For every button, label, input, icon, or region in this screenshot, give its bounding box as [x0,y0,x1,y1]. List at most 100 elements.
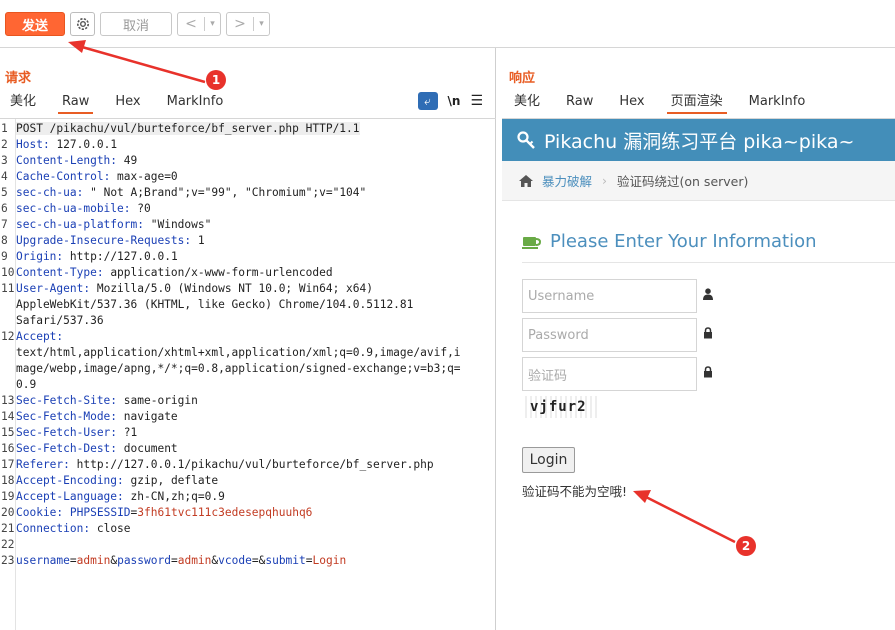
response-tab[interactable]: Raw [562,92,597,114]
breadcrumb-current: 验证码绕过(on server) [617,174,749,189]
response-tab[interactable]: 页面渲染 [666,92,727,114]
cancel-button[interactable]: 取消 [100,12,172,36]
settings-button[interactable] [70,12,95,36]
code-line: 17 Referer: http://127.0.0.1/pikachu/vul/… [0,457,490,473]
header-name: Upgrade-Insecure-Requests [16,234,185,247]
forward-arrow-icon: > [234,16,246,32]
send-button[interactable]: 发送 [5,12,65,36]
back-arrow-icon: < [185,16,197,32]
chevron-down-icon[interactable]: ▾ [205,19,220,29]
request-tab[interactable]: Hex [111,92,144,114]
header-value: same-origin [117,394,198,407]
request-editor[interactable]: 1 POST /pikachu/vul/burteforce/bf_server.… [0,118,496,630]
header-value: max-age=0 [110,170,178,183]
line-number: 12 [1,330,15,343]
line-content: Accept-Encoding: gzip, deflate [16,474,218,487]
word-wrap-icon[interactable]: ⤶ [417,92,438,110]
request-tab[interactable]: Raw [58,92,94,114]
header-name: Referer [16,458,64,471]
request-tab[interactable]: MarkInfo [163,92,228,114]
cookie-value: 3fh61tvc111c3edesepqhuuhq6 [137,506,313,519]
line-content: sec-ch-ua-mobile: ?0 [16,202,151,215]
code-line: 4 Cache-Control: max-age=0 [0,169,490,185]
line-number: 10 [1,266,15,279]
header-value: ?0 [130,202,151,215]
newline-toggle-button[interactable]: \n [448,94,461,108]
line-number: 2 [1,138,8,151]
response-tab[interactable]: 美化 [510,92,544,114]
code-line: 10 Content-Type: application/x-www-form-u… [0,265,490,281]
header-value: 49 [117,154,138,167]
username-input[interactable]: Username [522,279,697,313]
header-name: Origin [16,250,57,263]
header-name: Cache-Control [16,170,104,183]
header-value: 1 [191,234,205,247]
response-title: 响应 [509,71,536,86]
vcode-input[interactable]: 验证码 [522,357,697,391]
header-value: http://127.0.0.1 [63,250,178,263]
header-name: Content-Type [16,266,97,279]
code-line: AppleWebKit/537.36 (KHTML, like Gecko) C… [0,297,490,313]
line-content: POST /pikachu/vul/burteforce/bf_server.p… [16,122,360,135]
line-content: Origin: http://127.0.0.1 [16,250,178,263]
line-content: Host: 127.0.0.1 [16,138,117,151]
code-line: 2 Host: 127.0.0.1 [0,137,490,153]
annotation-badge-2: 2 [736,536,756,556]
user-icon [703,288,713,303]
header-colon: : [137,218,144,231]
response-tab[interactable]: MarkInfo [745,92,810,114]
code-line: 7 sec-ch-ua-platform: "Windows" [0,217,490,233]
header-name: Accept-Language [16,490,118,503]
request-tab[interactable]: 美化 [6,92,40,114]
code-line: 9 Origin: http://127.0.0.1 [0,249,490,265]
code-line: 15 Sec-Fetch-User: ?1 [0,425,490,441]
header-value: ?1 [117,426,138,439]
header-value: " Not A;Brand";v="99", "Chromium";v="104… [83,186,367,199]
line-number: 9 [1,250,8,263]
line-number: 13 [1,394,15,407]
captcha-image[interactable]: vjfur2 [522,396,600,418]
line-content: 0.9 [16,378,37,391]
header-name: sec-ch-ua [16,186,77,199]
line-number: 16 [1,442,15,455]
breadcrumb-link[interactable]: 暴力破解 [542,171,592,190]
forward-button[interactable]: > ▾ [226,12,270,36]
menu-icon[interactable]: ☰ [470,93,483,109]
section-title: Please Enter Your Information [522,231,817,252]
line-number: 18 [1,474,15,487]
code-line: mage/webp,image/apng,*/*;q=0.8,applicati… [0,361,490,377]
burp-repeater-window: 发送 取消 < ▾ > ▾ 请求 美化 Raw Hex MarkInfo ⤶ \n ☰ [0,0,895,630]
line-content: Sec-Fetch-Site: same-origin [16,394,198,407]
param-name: username [16,554,70,567]
response-panel: 响应 美化 Raw Hex 页面渲染 MarkInfo Pikachu 漏洞练习平台 p… [497,48,895,630]
header-colon: : [63,458,70,471]
line-content: Content-Type: application/x-www-form-url… [16,266,333,279]
header-value: gzip, deflate [123,474,219,487]
home-icon[interactable] [518,174,534,188]
header-colon: : [42,138,50,151]
header-value: 127.0.0.1 [49,138,118,151]
param-value: admin [76,554,111,567]
header-name: User-Agent [16,282,84,295]
param-value: Login [312,554,347,567]
header-name: sec-ch-ua-platform [16,218,138,231]
header-name: Host [16,138,43,151]
password-input[interactable]: Password [522,318,697,352]
header-value: close [90,522,131,535]
code-line: 14 Sec-Fetch-Mode: navigate [0,409,490,425]
site-title: Pikachu 漏洞练习平台 pika~pika~ [544,130,855,153]
code-line: 21 Connection: close [0,521,490,537]
back-button[interactable]: < ▾ [177,12,221,36]
toolbar: 发送 取消 < ▾ > ▾ [0,0,895,48]
lock-icon [703,327,713,342]
chevron-down-icon[interactable]: ▾ [254,19,269,29]
header-name: Accept-Encoding [16,474,118,487]
line-content: Sec-Fetch-Dest: document [16,442,178,455]
line-content: Content-Length: 49 [16,154,137,167]
header-name: Cookie [16,506,57,519]
login-button[interactable]: Login [522,447,575,473]
code-line: 20 Cookie: PHPSESSID=3fh61tvc111c3edesepq… [0,505,490,521]
code-line: 0.9 [0,377,490,393]
line-content: Cookie: PHPSESSID=3fh61tvc111c3edesepqhu… [16,506,312,519]
response-tab[interactable]: Hex [615,92,648,114]
